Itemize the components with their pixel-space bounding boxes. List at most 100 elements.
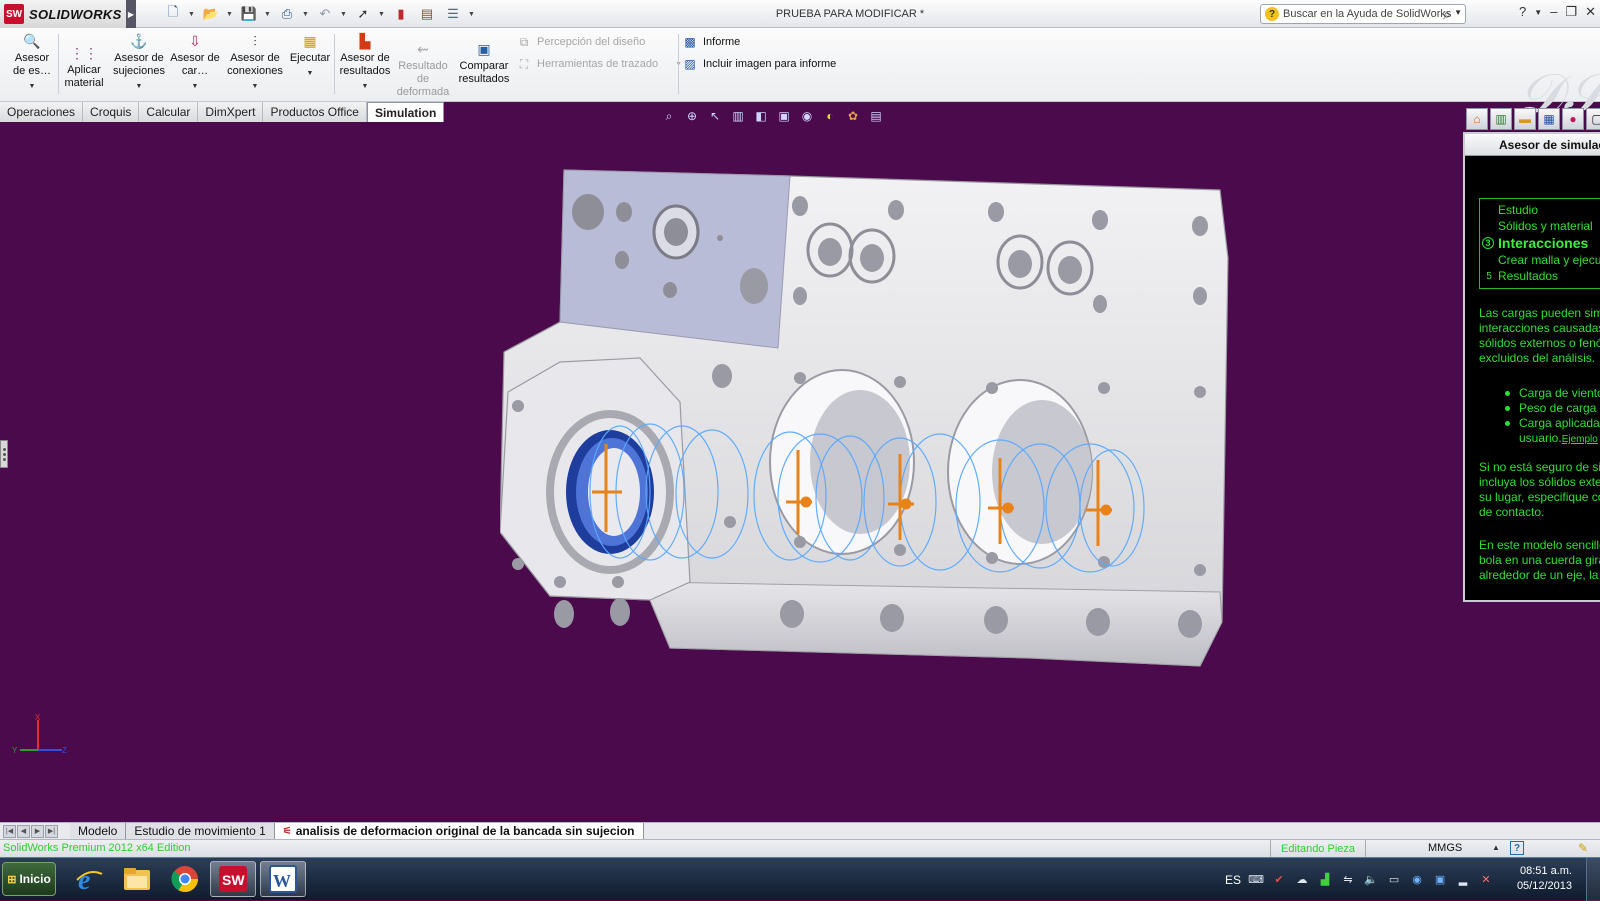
step-crear-malla[interactable]: Crear malla y ejecutar xyxy=(1480,252,1600,268)
chevron-up-icon[interactable]: ▲ xyxy=(1492,843,1500,852)
battery-icon[interactable]: ▭ xyxy=(1386,872,1402,888)
save-icon[interactable]: 💾 xyxy=(238,4,260,24)
chevron-down-icon[interactable]: ▼ xyxy=(340,4,348,24)
chevron-down-icon[interactable]: ▼ xyxy=(29,80,36,93)
keyboard-icon[interactable]: ⌨ xyxy=(1248,872,1264,888)
graphics-area[interactable]: X Y Z xyxy=(0,122,1600,822)
signal-icon[interactable]: ▟ xyxy=(1317,872,1333,888)
tab-dimxpert[interactable]: DimXpert xyxy=(198,102,264,122)
chevron-down-icon[interactable]: ▼ xyxy=(1454,8,1462,17)
chevron-down-icon[interactable]: ▼ xyxy=(226,4,234,24)
solidworks-icon[interactable]: SW xyxy=(210,861,256,897)
select-cursor-icon[interactable]: ➚ xyxy=(352,4,374,24)
chevron-down-icon[interactable]: ▼ xyxy=(307,67,314,80)
deformed-result-button[interactable]: ⇜ Resultado de deformada xyxy=(396,40,450,106)
load-advisor-button[interactable]: ⇩ Asesor de car… ▼ xyxy=(170,32,220,98)
run-button[interactable]: ▦ Ejecutar ▼ xyxy=(288,32,332,98)
tab-estudio-movimiento[interactable]: Estudio de movimiento 1 xyxy=(126,823,275,839)
chevron-down-icon[interactable]: ▼ xyxy=(378,4,386,24)
feature-manager-expand-handle[interactable] xyxy=(0,440,8,468)
study-advisor-button[interactable]: 🔍 Asesor de es… ▼ xyxy=(10,32,54,98)
internet-explorer-icon[interactable]: e xyxy=(66,861,112,897)
file-properties-icon[interactable]: ▤ xyxy=(416,4,438,24)
chevron-down-icon[interactable]: ▼ xyxy=(302,4,310,24)
cloud-icon[interactable]: ☁ xyxy=(1294,872,1310,888)
report-button[interactable]: ▩ Informe xyxy=(682,32,740,52)
options-icon[interactable]: ☰ xyxy=(442,4,464,24)
example-link[interactable]: Ejemplo xyxy=(1562,434,1598,445)
help-search-input[interactable]: Buscar en la Ayuda de SolidWorks xyxy=(1283,8,1451,20)
chevron-down-icon[interactable]: ▼ xyxy=(1534,8,1542,20)
plot-tools-button[interactable]: ⛶ Herramientas de trazado ▼ xyxy=(516,54,682,74)
start-button[interactable]: ⊞ Inicio xyxy=(2,862,56,896)
restore-icon[interactable]: ❐ xyxy=(1565,4,1577,20)
design-library-icon[interactable]: ▥ xyxy=(1490,108,1512,130)
tab-croquis[interactable]: Croquis xyxy=(83,102,140,122)
engine-block-model[interactable] xyxy=(500,162,1260,702)
chevron-down-icon[interactable]: ▼ xyxy=(468,4,476,24)
edit-appearance-icon[interactable]: ◐ xyxy=(821,108,839,124)
antivirus-icon[interactable]: ✔ xyxy=(1271,872,1287,888)
unit-system[interactable]: MMGS xyxy=(1428,842,1462,854)
show-desktop-button[interactable] xyxy=(1586,858,1600,901)
file-explorer-icon[interactable] xyxy=(114,861,160,897)
rebuild-icon[interactable]: ▮ xyxy=(390,4,412,24)
chrome-icon[interactable] xyxy=(162,861,208,897)
hide-show-items-icon[interactable]: ◉ xyxy=(798,108,816,124)
tab-productos-office[interactable]: Productos Office xyxy=(263,102,367,122)
undo-icon[interactable]: ↶ xyxy=(314,4,336,24)
home-icon[interactable]: ⌂ xyxy=(1466,108,1488,130)
wifi-icon[interactable]: ▂ xyxy=(1455,872,1471,888)
chevron-down-icon[interactable]: ▼ xyxy=(362,80,369,93)
chevron-down-icon[interactable]: ▼ xyxy=(188,4,196,24)
system-clock[interactable]: 08:51 a.m. 05/12/2013 xyxy=(1508,864,1572,894)
zoom-to-area-icon[interactable]: ⊕ xyxy=(683,108,701,124)
chevron-down-icon[interactable]: ▼ xyxy=(192,80,199,93)
zoom-to-fit-icon[interactable]: ⌕ xyxy=(660,108,678,124)
include-image-report-button[interactable]: ▨ Incluir imagen para informe xyxy=(682,54,836,74)
connection-advisor-button[interactable]: ⫶ Asesor de conexiones ▼ xyxy=(224,32,286,98)
word-icon[interactable]: W xyxy=(260,861,306,897)
new-document-icon[interactable]: 🗋 xyxy=(162,4,184,24)
volume-icon[interactable]: 🔈 xyxy=(1363,872,1379,888)
step-resultados[interactable]: 5 Resultados xyxy=(1480,268,1600,284)
menu-flyout-arrow-icon[interactable]: ▶ xyxy=(126,0,136,28)
chevron-down-icon[interactable]: ▼ xyxy=(252,80,259,93)
view-palette-icon[interactable]: ▦ xyxy=(1538,108,1560,130)
view-settings-icon[interactable]: ▤ xyxy=(867,108,885,124)
tab-calcular[interactable]: Calcular xyxy=(139,102,199,122)
solidworks-menu-button[interactable]: SW SOLIDWORKS xyxy=(0,0,128,28)
custom-properties-icon[interactable]: ▢ xyxy=(1586,108,1600,130)
previous-view-icon[interactable]: ↖ xyxy=(706,108,724,124)
apply-scene-icon[interactable]: ✿ xyxy=(844,108,862,124)
appearances-icon[interactable]: ● xyxy=(1562,108,1584,130)
open-folder-icon[interactable]: 📂 xyxy=(200,4,222,24)
compare-results-button[interactable]: ▣ Comparar resultados xyxy=(456,40,512,106)
rebuild-pencil-icon[interactable]: ✎ xyxy=(1578,841,1588,855)
apply-material-button[interactable]: ⋮⋮ Aplicar material xyxy=(62,44,106,110)
chevron-down-icon[interactable]: ▼ xyxy=(136,80,143,93)
previous-tab-icon[interactable]: ◀ xyxy=(17,824,30,838)
help-search-box[interactable]: ? Buscar en la Ayuda de SolidWorks ⌕ ▼ xyxy=(1260,4,1466,24)
tab-modelo[interactable]: Modelo xyxy=(70,823,127,839)
search-icon[interactable]: ⌕ xyxy=(1443,6,1451,23)
design-insight-button[interactable]: ⧉ Percepción del diseño xyxy=(516,32,646,52)
file-explorer-icon[interactable]: ▬ xyxy=(1514,108,1536,130)
fixture-advisor-button[interactable]: ⚓ Asesor de sujeciones ▼ xyxy=(110,32,168,98)
first-tab-icon[interactable]: |◀ xyxy=(3,824,16,838)
step-interacciones[interactable]: 3 Interacciones xyxy=(1480,234,1600,252)
help-icon[interactable]: ? xyxy=(1519,4,1526,20)
quick-tips-icon[interactable]: ? xyxy=(1510,841,1524,855)
display-icon[interactable]: ▣ xyxy=(1432,872,1448,888)
close-icon[interactable]: ✕ xyxy=(1585,4,1596,20)
next-tab-icon[interactable]: ▶ xyxy=(31,824,44,838)
minimize-icon[interactable]: – xyxy=(1550,4,1557,20)
print-icon[interactable]: ⎙ xyxy=(276,4,298,24)
step-estudio[interactable]: Estudio xyxy=(1480,202,1600,218)
display-style-icon[interactable]: ▣ xyxy=(775,108,793,124)
view-orientation-icon[interactable]: ◧ xyxy=(752,108,770,124)
step-solidos-material[interactable]: Sólidos y material xyxy=(1480,218,1600,234)
tab-operaciones[interactable]: Operaciones xyxy=(0,102,84,122)
results-advisor-button[interactable]: ▙ Asesor de resultados ▼ xyxy=(338,32,392,98)
last-tab-icon[interactable]: ▶| xyxy=(45,824,58,838)
